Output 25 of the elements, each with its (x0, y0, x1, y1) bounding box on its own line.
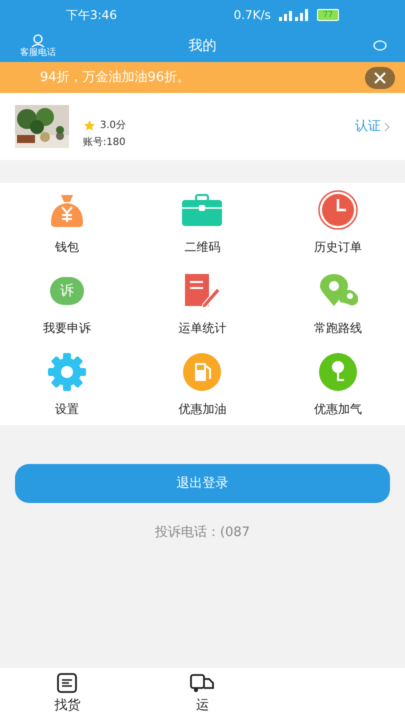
tab[interactable]: 找货 (0, 668, 135, 720)
status-time: 下午3:46 (66, 7, 117, 24)
list-icon (57, 672, 78, 693)
settings-icon (47, 352, 88, 392)
account-number: 账号:180 (83, 136, 126, 150)
battery-icon: 77 (316, 9, 339, 21)
map-pin-icon (318, 274, 358, 308)
clock-icon (318, 190, 358, 230)
close-icon (374, 72, 386, 84)
briefcase-icon (182, 194, 222, 226)
rating-score: 3.0分 (100, 118, 126, 132)
chevron-right-icon (384, 122, 390, 132)
page-title: 我的 (188, 36, 216, 56)
edit-document-icon (183, 274, 222, 308)
tab[interactable]: 运 (134, 668, 270, 720)
truck-icon (190, 672, 214, 693)
message-icon[interactable] (373, 40, 387, 52)
complaint-phone: 投诉电话：(087 (155, 524, 250, 542)
fuel-pump-icon (182, 352, 222, 392)
appeal-icon: 诉 (50, 277, 84, 305)
network-speed: 0.7K/s (234, 7, 271, 24)
banner-text: 94折，万金油加油96折。 (40, 68, 190, 87)
signal-icon (278, 9, 309, 21)
star-icon (83, 118, 96, 132)
close-button[interactable] (365, 66, 395, 88)
